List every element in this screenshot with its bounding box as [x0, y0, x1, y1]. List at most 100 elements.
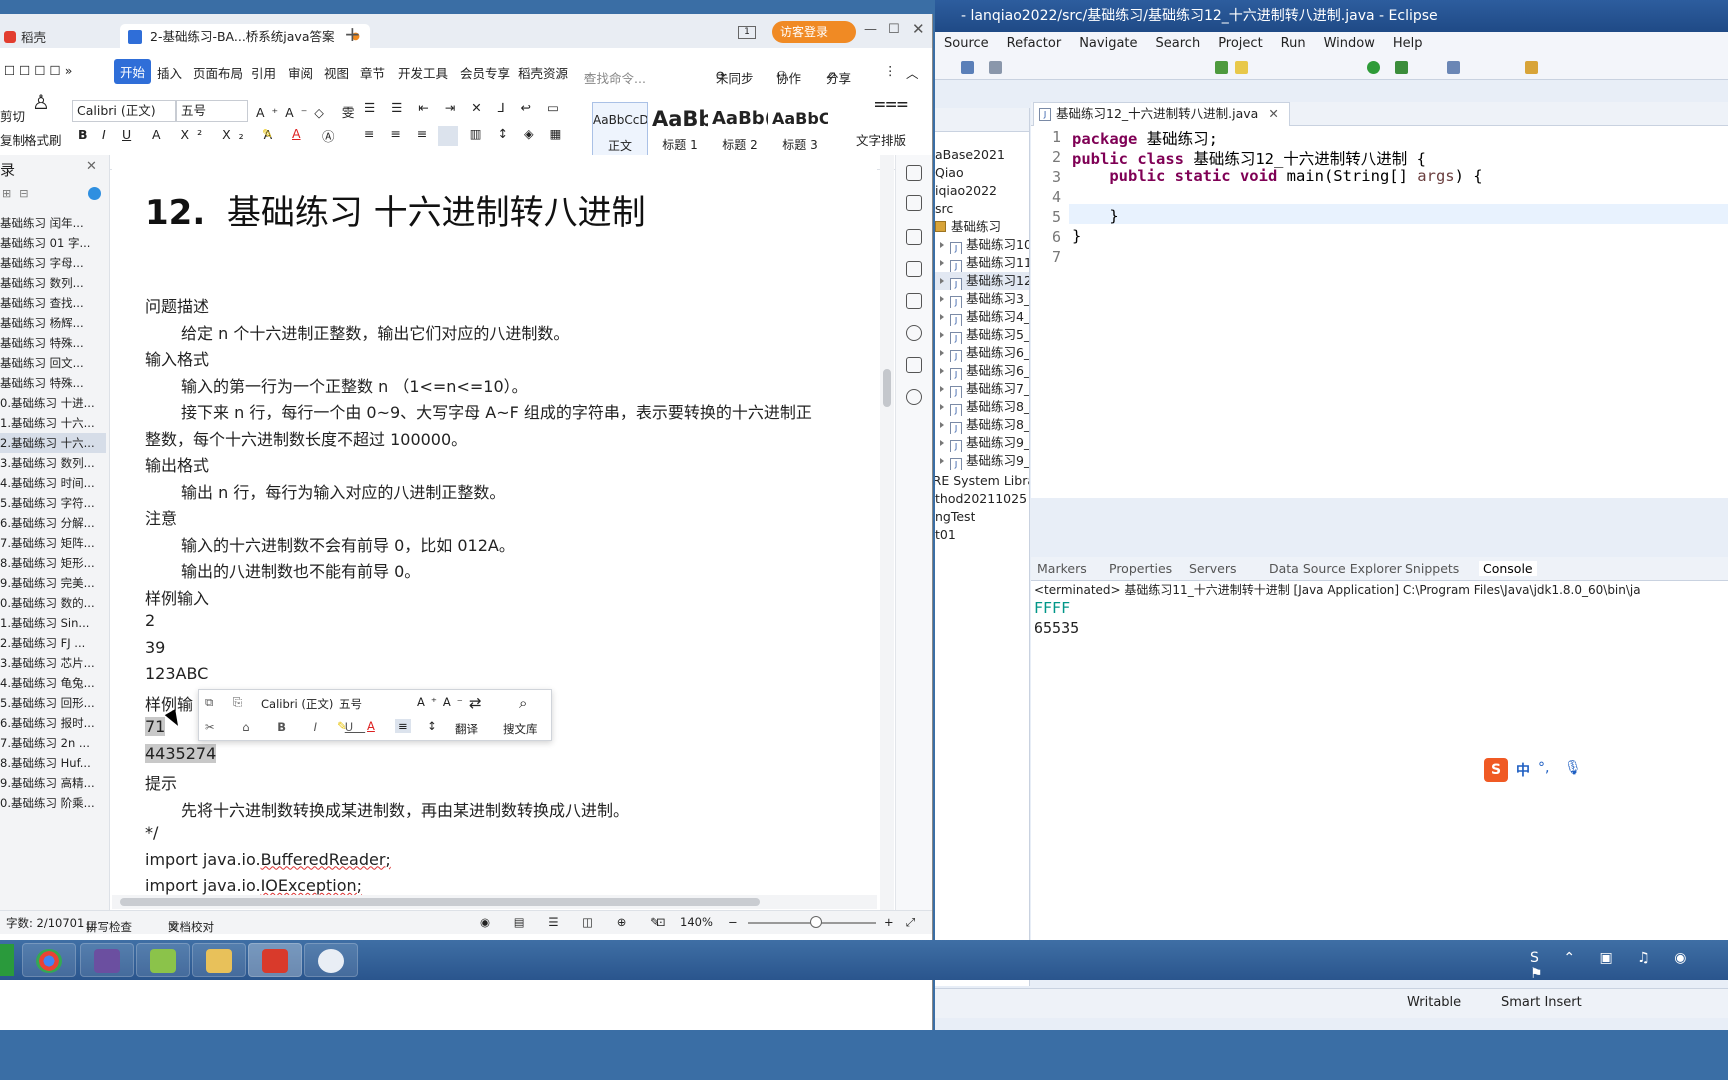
- nav-item[interactable]: 7.基础练习 2n ...: [0, 733, 106, 753]
- tree-java-file[interactable]: 基础练习6_: [966, 363, 1029, 378]
- menu-source[interactable]: Source: [935, 36, 998, 51]
- underline-icon[interactable]: U: [122, 127, 131, 142]
- collapse-ribbon-icon[interactable]: ︿: [906, 63, 919, 82]
- image-icon[interactable]: [906, 357, 922, 373]
- tab-console[interactable]: Console: [1479, 561, 1537, 576]
- mini-size-tools[interactable]: A⁺A⁻: [417, 695, 469, 709]
- format-painter-button[interactable]: 格式刷: [24, 130, 62, 149]
- search-library-button[interactable]: 搜文库: [503, 721, 538, 737]
- tree-java-file[interactable]: 基础练习8_: [966, 417, 1029, 432]
- location-icon[interactable]: [906, 389, 922, 405]
- char-border-icon[interactable]: Ⓐ: [322, 126, 335, 145]
- zoom-slider[interactable]: [748, 916, 876, 928]
- mini-font-select[interactable]: Calibri (正文): [261, 696, 333, 712]
- tree-java-file[interactable]: 基础练习6_: [966, 345, 1029, 360]
- window-count-icon[interactable]: 1: [738, 26, 756, 39]
- code-editor[interactable]: 1 package 基础练习; 2 public class 基础练习12_十六进制转…: [1031, 126, 1728, 498]
- close-icon[interactable]: ✕: [86, 159, 97, 174]
- nav-item[interactable]: 基础练习 特殊...: [0, 333, 106, 353]
- menu-run[interactable]: Run: [1272, 36, 1315, 51]
- tree-java-file[interactable]: 基础练习7_: [966, 381, 1029, 396]
- font-size-tools[interactable]: A⁺A⁻◇ 雯: [256, 102, 361, 121]
- format-painter-icon[interactable]: ♙: [32, 90, 50, 114]
- vertical-scroll-thumb[interactable]: [883, 369, 891, 407]
- taskbar-eclipse[interactable]: [80, 943, 134, 977]
- run-icon[interactable]: [1367, 61, 1380, 74]
- tab-member[interactable]: 会员专享: [460, 63, 510, 82]
- nav-item[interactable]: 6.基础练习 分解...: [0, 513, 106, 533]
- nav-item[interactable]: 基础练习 杨辉...: [0, 313, 106, 333]
- new-tab-icon[interactable]: +: [344, 22, 361, 46]
- tab-insert[interactable]: 插入: [157, 63, 182, 82]
- tree-java-file-selected[interactable]: 基础练习12: [966, 273, 1029, 288]
- close-icon[interactable]: ✕: [1268, 106, 1278, 121]
- pen-icon[interactable]: [906, 229, 922, 245]
- tab-markers[interactable]: Markers: [1037, 561, 1087, 576]
- font-color-icon[interactable]: A: [292, 126, 301, 141]
- nav-item[interactable]: 1.基础练习 十六...: [0, 413, 106, 433]
- expand-icon[interactable]: [940, 440, 944, 446]
- nav-item[interactable]: 8.基础练习 Huf...: [0, 753, 106, 773]
- tab-home[interactable]: 开始: [114, 59, 152, 84]
- expand-icon[interactable]: [940, 404, 944, 410]
- nav-item[interactable]: 基础练习 特殊...: [0, 373, 106, 393]
- search-library-icon[interactable]: ⌕: [519, 694, 527, 712]
- nav-sync-icon[interactable]: [88, 187, 101, 200]
- view-mode-icons[interactable]: ◉ ▤ ☰ ◫ ⊕ ✎: [480, 915, 670, 929]
- translate-icon[interactable]: ⇄: [469, 694, 482, 712]
- taskbar-explorer[interactable]: [192, 943, 246, 977]
- nav-item[interactable]: 基础练习 闰年...: [0, 213, 106, 233]
- tab-docer-resources[interactable]: 稻壳资源: [518, 63, 568, 82]
- nav-item[interactable]: 3.基础练习 芯片...: [0, 653, 106, 673]
- perspective-icon[interactable]: [1235, 61, 1248, 74]
- list-indent-icons[interactable]: ☰ ☰ ⇤ ⇥ ✕ ⅃ ↩ ▭: [364, 100, 565, 115]
- ime-mode[interactable]: 中: [1516, 760, 1530, 780]
- tab-developer[interactable]: 开发工具: [398, 63, 448, 82]
- tree-project[interactable]: Qiao: [935, 164, 964, 182]
- more-icon[interactable]: ⋮: [884, 63, 897, 78]
- zoom-slider-knob[interactable]: [810, 916, 822, 928]
- tree-java-file[interactable]: 基础练习4_: [966, 309, 1029, 324]
- expand-icon[interactable]: [940, 242, 944, 248]
- horizontal-scroll-thumb[interactable]: [120, 898, 760, 906]
- menu-navigate[interactable]: Navigate: [1070, 36, 1146, 51]
- rocket-icon[interactable]: [906, 195, 922, 211]
- nav-item[interactable]: 2.基础练习 FJ ...: [0, 633, 106, 653]
- minimize-icon[interactable]: —: [864, 22, 877, 37]
- tree-java-file[interactable]: 基础练习11: [966, 255, 1029, 270]
- nav-item[interactable]: 5.基础练习 回形...: [0, 693, 106, 713]
- menu-help[interactable]: Help: [1384, 36, 1432, 51]
- nav-item[interactable]: 6.基础练习 报时...: [0, 713, 106, 733]
- font-size-select[interactable]: 五号: [176, 100, 248, 122]
- tree-jre-library[interactable]: JRE System Librar: [935, 472, 1029, 490]
- expand-icon[interactable]: [940, 350, 944, 356]
- translate-button[interactable]: 翻译: [455, 721, 478, 737]
- nav-item[interactable]: 9.基础练习 完美...: [0, 573, 106, 593]
- nav-item[interactable]: 基础练习 数列...: [0, 273, 106, 293]
- expand-icon[interactable]: [940, 332, 944, 338]
- nav-item[interactable]: 2.基础练习 十六...: [0, 433, 106, 453]
- tree-java-file[interactable]: 基础练习5_: [966, 327, 1029, 342]
- italic-icon[interactable]: I: [102, 127, 106, 142]
- nav-item[interactable]: 基础练习 查找...: [0, 293, 106, 313]
- tab-data-source-explorer[interactable]: Data Source Explorer: [1269, 561, 1402, 576]
- mini-size-select[interactable]: 五号: [339, 696, 362, 712]
- tree-java-file[interactable]: 基础练习9_: [966, 435, 1029, 450]
- expand-icon[interactable]: [940, 278, 944, 284]
- vertical-scrollbar[interactable]: [880, 155, 894, 911]
- nav-item[interactable]: 9.基础练习 高精...: [0, 773, 106, 793]
- taskbar-qq[interactable]: [304, 943, 358, 977]
- tree-project[interactable]: t01: [935, 526, 956, 544]
- horizontal-scrollbar[interactable]: [112, 895, 877, 909]
- expand-icon[interactable]: [940, 368, 944, 374]
- tab-properties[interactable]: Properties: [1109, 561, 1172, 576]
- run-debug-icon[interactable]: [1215, 61, 1228, 74]
- tree-project[interactable]: thod20211025: [935, 490, 1027, 508]
- nav-item[interactable]: 1.基础练习 Sin...: [0, 613, 106, 633]
- nav-item[interactable]: 0.基础练习 数的...: [0, 593, 106, 613]
- nav-item[interactable]: 4.基础练习 时间...: [0, 473, 106, 493]
- fullscreen-icon[interactable]: ⤢: [906, 915, 915, 930]
- word-count[interactable]: 字数: 2/10701: [6, 915, 84, 931]
- tree-java-file[interactable]: 基础练习8_: [966, 399, 1029, 414]
- system-tray-icons[interactable]: S ⌃ ▣ ♫ ◉ ⚑: [1530, 950, 1728, 982]
